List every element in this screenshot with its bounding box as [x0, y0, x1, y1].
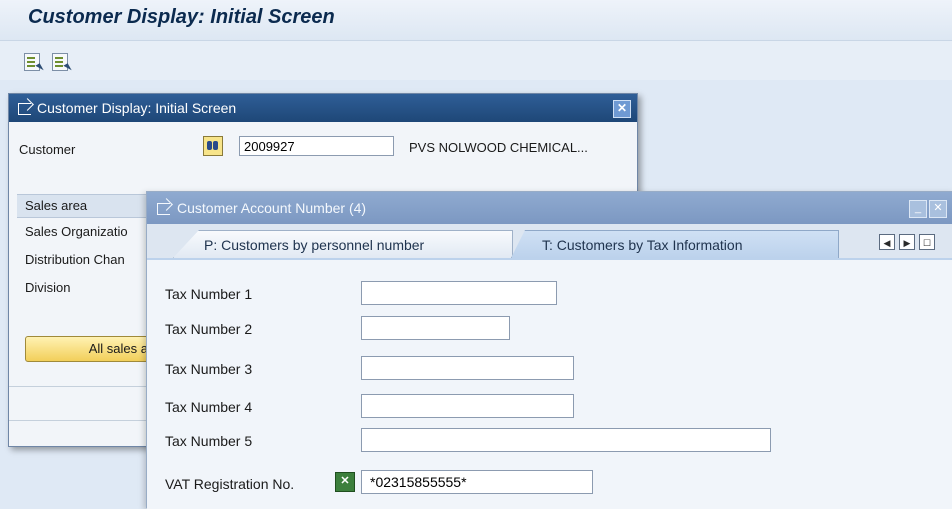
customer-name: PVS NOLWOOD CHEMICAL... — [409, 140, 588, 155]
tax-number-1-label: Tax Number 1 — [165, 286, 253, 302]
tax-number-4-label: Tax Number 4 — [165, 399, 253, 415]
tax-number-3-input[interactable] — [361, 356, 574, 380]
distribution-channel-label: Distribution Chan — [25, 252, 125, 267]
tab-strip: P: Customers by personnel number T: Cust… — [147, 224, 952, 258]
search-help-icon[interactable] — [203, 136, 223, 156]
all-sales-areas-button[interactable]: All sales a — [25, 336, 155, 362]
sales-organization-label: Sales Organizatio — [25, 224, 128, 239]
window-icon — [157, 203, 170, 215]
window-icon — [18, 103, 31, 115]
vat-registration-input[interactable] — [361, 470, 593, 494]
tab-tax-information[interactable]: T: Customers by Tax Information — [511, 230, 839, 258]
dialog-title: Customer Display: Initial Screen — [37, 100, 237, 116]
sales-area-label: Sales area — [25, 198, 88, 213]
tab-content: Tax Number 1 Tax Number 2 Tax Number 3 T… — [147, 258, 952, 509]
window-title: Customer Display: Initial Screen — [28, 6, 335, 28]
close-icon[interactable]: ✕ — [929, 200, 947, 218]
tax-number-2-label: Tax Number 2 — [165, 321, 253, 337]
multiple-selection-icon[interactable]: ✕ — [335, 472, 355, 492]
vat-registration-label: VAT Registration No. — [165, 476, 295, 492]
execute-alt-icon[interactable] — [52, 53, 68, 71]
customer-account-search-dialog: Customer Account Number (4) _ ✕ P: Custo… — [146, 191, 952, 509]
tax-number-1-input[interactable] — [361, 281, 557, 305]
tab-scroll-left-icon[interactable]: ◀ — [879, 234, 895, 250]
dialog-title: Customer Account Number (4) — [177, 200, 367, 216]
tax-number-4-input[interactable] — [361, 394, 574, 418]
execute-icon[interactable] — [24, 53, 40, 71]
division-label: Division — [25, 280, 71, 295]
tax-number-3-label: Tax Number 3 — [165, 361, 253, 377]
tax-number-5-input[interactable] — [361, 428, 771, 452]
toolbar — [0, 40, 952, 81]
minimize-icon[interactable]: _ — [909, 200, 927, 218]
tab-personnel-number[interactable]: P: Customers by personnel number — [173, 230, 513, 258]
customer-label: Customer — [19, 142, 76, 157]
tab-scroll-right-icon[interactable]: ▶ — [899, 234, 915, 250]
customer-input[interactable] — [239, 136, 394, 156]
title-bar: Customer Display: Initial Screen — [0, 0, 952, 40]
dialog-titlebar[interactable]: Customer Display: Initial Screen ✕ — [9, 94, 637, 122]
tax-number-5-label: Tax Number 5 — [165, 433, 253, 449]
tax-number-2-input[interactable] — [361, 316, 510, 340]
dialog-titlebar[interactable]: Customer Account Number (4) _ ✕ — [147, 192, 952, 224]
tab-list-icon[interactable]: ☐ — [919, 234, 935, 250]
close-icon[interactable]: ✕ — [613, 100, 631, 118]
